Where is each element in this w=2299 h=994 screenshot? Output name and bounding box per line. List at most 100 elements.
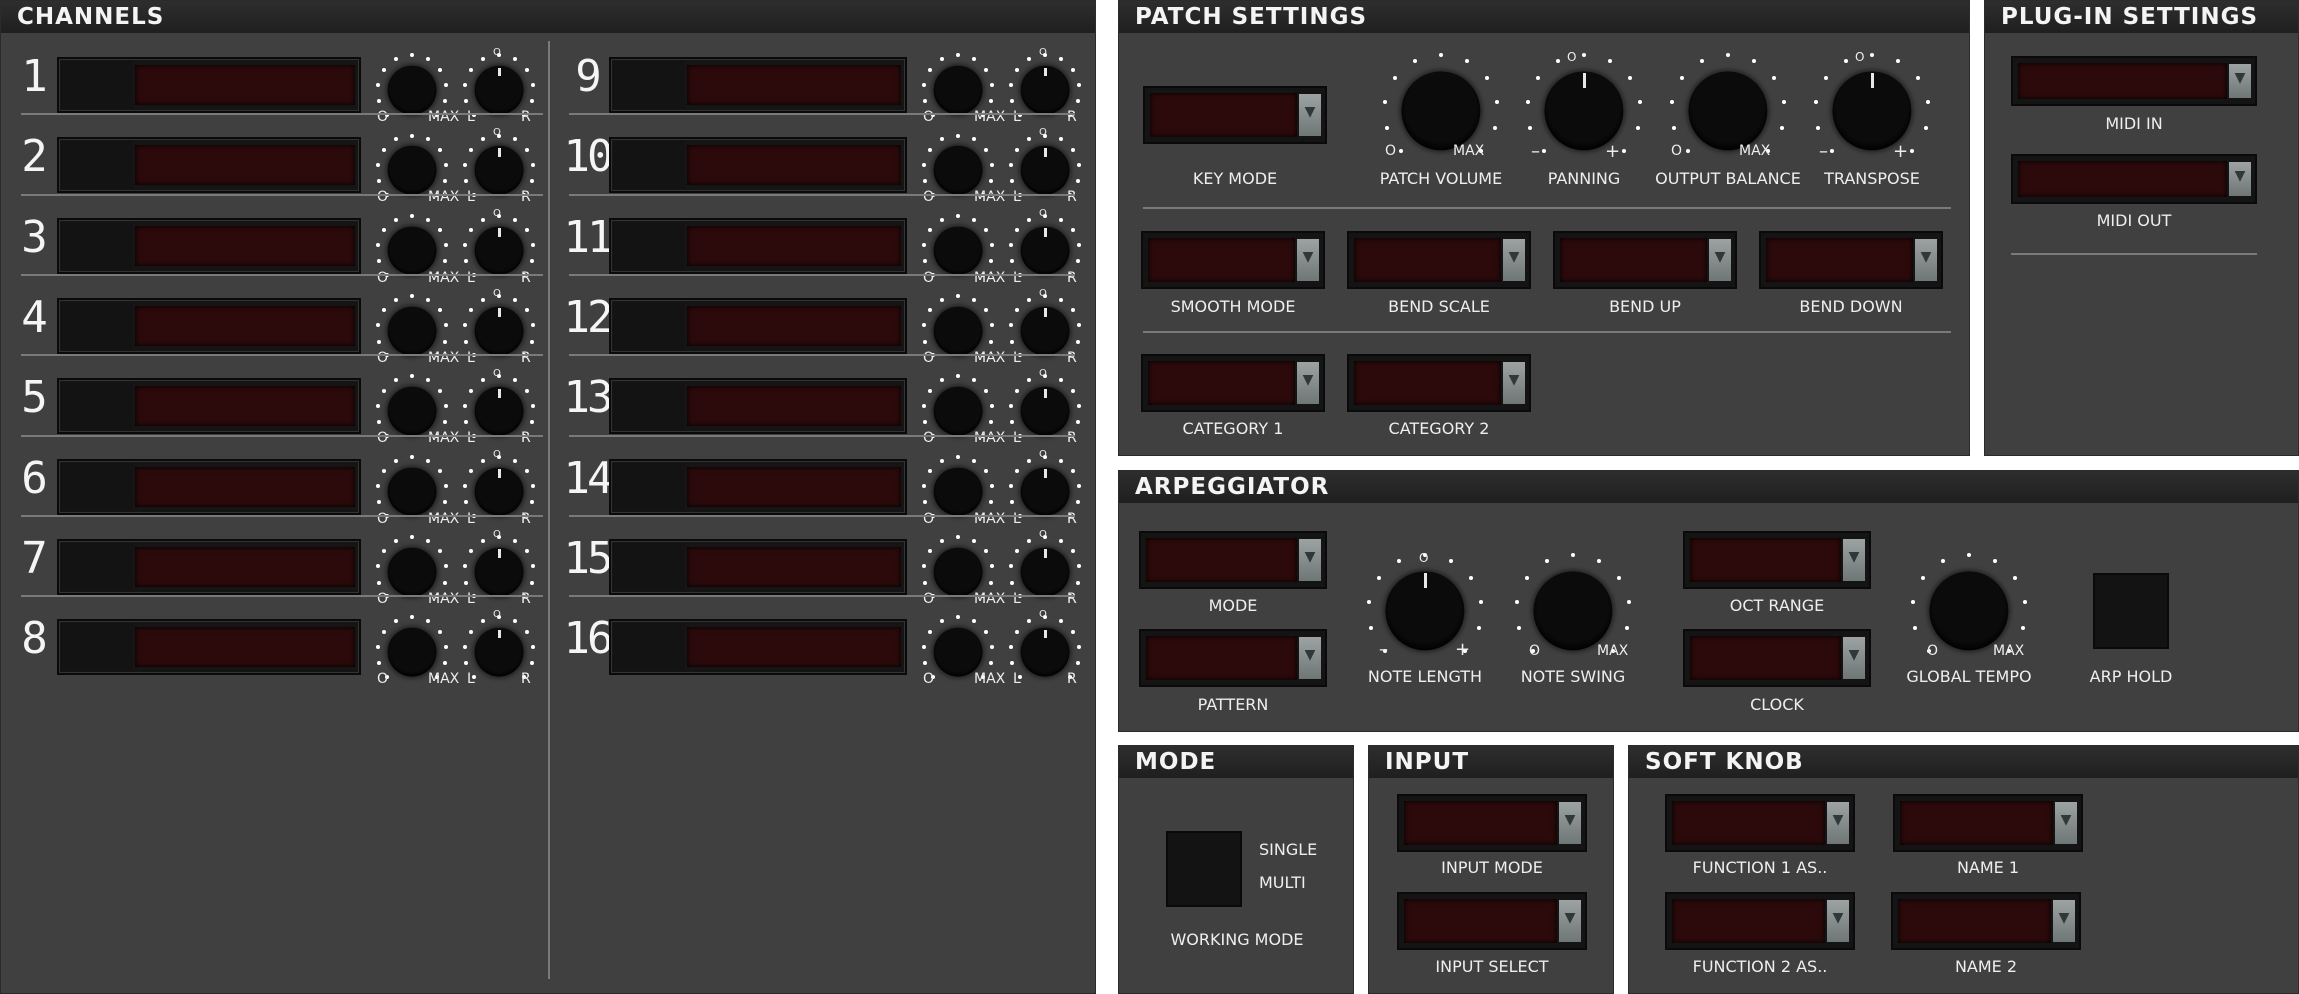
smooth-mode-dropdown[interactable]: ▼ [1141,231,1325,289]
bend-up-label: BEND UP [1609,297,1681,316]
knob-body [933,226,983,276]
knob-tick-dot [463,660,468,665]
chevron-down-icon: ▼ [1827,802,1849,844]
transpose-knob[interactable] [1812,51,1932,171]
knob-tick-dot [1816,126,1821,131]
knob-tick-dot [1014,67,1019,72]
panning-knob[interactable] [1524,51,1644,171]
channel-display[interactable] [609,137,907,194]
knob-body [933,145,983,195]
channel-display[interactable] [57,538,361,595]
channel-display[interactable] [609,57,907,113]
knob-tick-dot [525,549,530,554]
category-1-label: CATEGORY 1 [1182,419,1284,438]
knob-tick-dot [1781,100,1786,105]
bend-up-dropdown[interactable]: ▼ [1553,231,1737,289]
knob-tick-dot [381,147,386,152]
chevron-down-icon: ▼ [1827,900,1849,942]
knob-tick-dot [1637,100,1642,105]
channel-number: 9 [575,51,602,102]
channel-display[interactable] [609,619,907,676]
knob-tick-dot [1484,75,1489,80]
clock-dropdown[interactable]: ▼ [1683,629,1871,687]
input-mode-dropdown[interactable]: ▼ [1397,794,1587,852]
knob-tick-dot [425,137,430,142]
key-mode-dropdown[interactable]: ▼ [1143,86,1327,144]
knob-tick-dot [1027,458,1032,463]
knob-tick-dot [381,67,386,72]
knob-body [387,226,437,276]
midi-in-dropdown[interactable]: ▼ [2011,56,2257,106]
channel-display[interactable] [609,538,907,595]
knob-tick-dot [443,259,448,264]
knob-tick-dot [927,308,932,313]
knob-tick-dot [525,469,530,474]
knob-tick-dot [530,179,535,184]
midi-out-dropdown[interactable]: ▼ [2011,154,2257,204]
row-divider [569,113,1075,116]
category-2-dropdown[interactable]: ▼ [1347,354,1531,412]
channel-display[interactable] [57,458,361,515]
knob-tick-dot [438,388,443,393]
arp-mode-dropdown[interactable]: ▼ [1139,531,1327,589]
knob-tick-dot [1476,626,1481,631]
knob-tick-dot [462,82,467,87]
knob-tick-dot [531,564,536,569]
knob-tick-dot [2012,575,2017,580]
knob-tick-dot [1526,100,1531,105]
name-1-dropdown[interactable]: ▼ [1893,794,2083,852]
knob-tick-dot [512,137,517,142]
knob-indicator [1870,73,1874,88]
knob-tick-dot [394,378,399,383]
knob-tick-dot [940,137,945,142]
channel-display[interactable] [609,458,907,515]
channel-display[interactable] [57,137,361,194]
knob-tick-dot [927,67,932,72]
channel-display[interactable] [609,217,907,274]
knob-tick-dot [1077,243,1082,248]
knob-tick-dot [989,660,994,665]
name-2-dropdown[interactable]: ▼ [1891,892,2081,950]
knob-tick-dot [1008,82,1013,87]
name-2-label: NAME 2 [1954,957,2018,976]
function-1-dropdown[interactable]: ▼ [1665,794,1855,852]
channel-display[interactable] [57,297,361,354]
knob-tick-dot [376,179,381,184]
row-divider [21,595,543,598]
knob-tick-dot [1076,580,1081,585]
knob-tick-dot [921,564,926,569]
knob-tick-dot [1895,58,1900,63]
channel-row: 1 O MAX O L R [1,41,549,125]
knob-tick-dot [1616,575,1621,580]
knob-tick-dot [1077,403,1082,408]
knob-tick-dot [381,388,386,393]
knob-tick-dot [971,297,976,302]
knob-tick-dot [481,297,486,302]
channel-display[interactable] [609,297,907,354]
channel-display[interactable] [57,217,361,274]
channel-display[interactable] [57,378,361,435]
channel-display[interactable] [57,57,361,113]
knob-tick-dot [927,549,932,554]
working-mode-button[interactable] [1166,831,1242,907]
row-divider [569,595,1075,598]
knob-tick-dot [525,308,530,313]
knob-tick-dot [990,484,995,489]
oct-range-dropdown[interactable]: ▼ [1683,531,1871,589]
knob-tick-dot [1536,75,1541,80]
category-1-dropdown[interactable]: ▼ [1141,354,1325,412]
bend-down-dropdown[interactable]: ▼ [1759,231,1943,289]
arp-hold-button[interactable] [2093,573,2169,649]
input-select-dropdown[interactable]: ▼ [1397,892,1587,950]
patch-settings-title: PATCH SETTINGS [1119,1,1969,33]
knob-tick-dot [1008,162,1013,167]
arp-pattern-dropdown[interactable]: ▼ [1139,629,1327,687]
function-2-dropdown[interactable]: ▼ [1665,892,1855,950]
knob-tick-dot [481,378,486,383]
channel-display[interactable] [57,619,361,676]
knob-tick-dot [956,133,960,138]
knob-body [387,547,437,597]
channel-display[interactable] [609,378,907,435]
bend-scale-dropdown[interactable]: ▼ [1347,231,1531,289]
chevron-down-icon: ▼ [1299,539,1321,581]
